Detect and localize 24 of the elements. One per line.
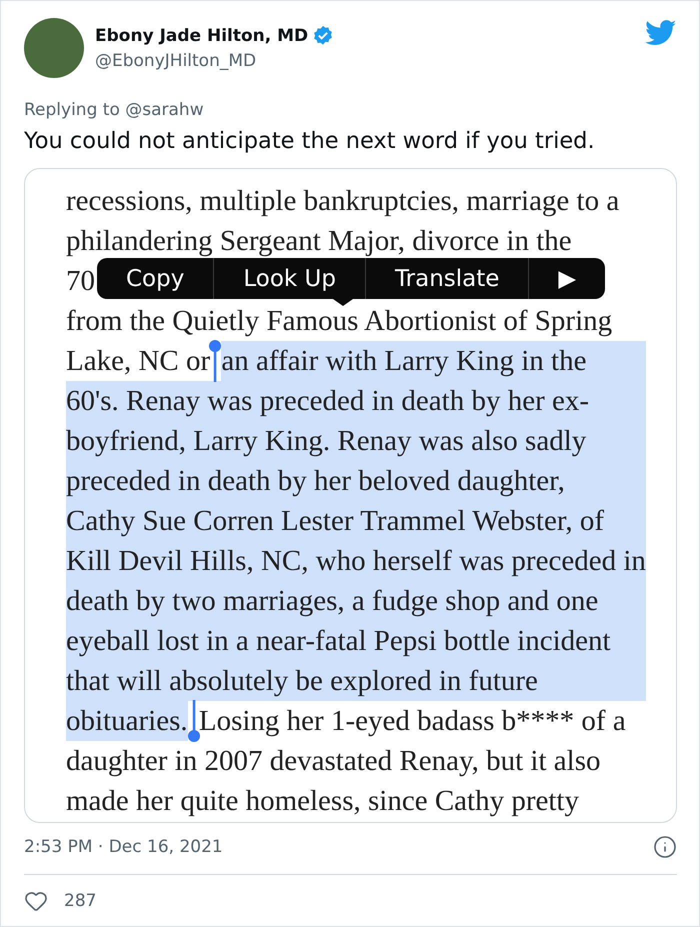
like-count: 287	[64, 891, 96, 911]
replying-to-text: Replying to @sarahw	[24, 100, 205, 120]
body-text: recessions, multiple bankruptcies, marriage to a	[66, 186, 620, 216]
selection-handle-icon[interactable]	[209, 340, 222, 382]
body-text: daughter in 2007 devastated Renay, but it also	[66, 746, 600, 776]
body-text: 70	[66, 266, 95, 296]
timestamp[interactable]: 2:53 PM · Dec 16, 2021	[24, 837, 223, 857]
menu-item[interactable]: Copy	[97, 258, 214, 299]
body-text: philandering Sergeant Major, divorce in the	[66, 226, 572, 256]
tweet-text: You could not anticipate the next word if you tried.	[24, 128, 596, 154]
body-text: from the Quietly Famous Abortionist of Spring	[66, 306, 612, 336]
selection-handle-icon[interactable]	[188, 700, 200, 742]
like-icon[interactable]	[24, 889, 48, 913]
menu-item[interactable]: Translate	[364, 258, 528, 299]
body-text: Lake, NC or	[66, 346, 212, 376]
body-text: made her quite homeless, since Cathy pretty	[66, 786, 579, 816]
menu-item[interactable]: ▶	[528, 258, 606, 299]
info-icon[interactable]	[653, 835, 677, 859]
menu-item[interactable]: Look Up	[213, 258, 365, 299]
bird-logo-icon[interactable]	[645, 20, 677, 46]
author-name[interactable]: Ebony Jade Hilton, MD	[95, 26, 308, 46]
body-text: Losing her 1-eyed badass b**** of a	[198, 706, 626, 736]
selected-text: obituaries.	[66, 706, 188, 736]
author-handle[interactable]: @EbonyJHilton_MD	[95, 51, 634, 71]
